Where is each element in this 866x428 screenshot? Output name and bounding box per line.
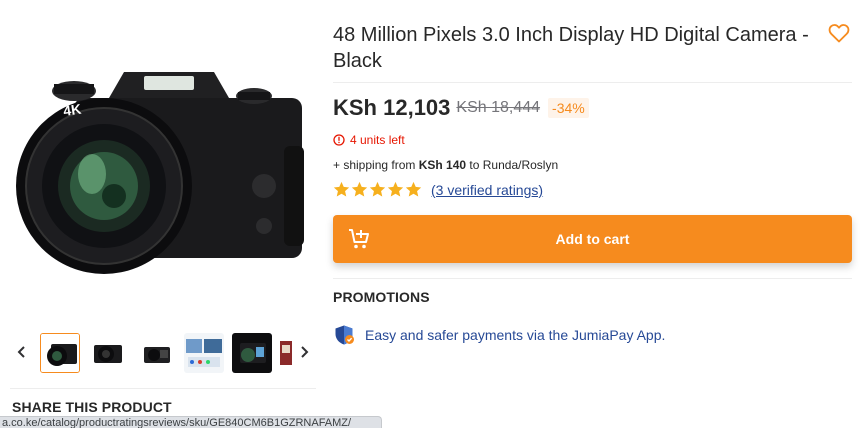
current-price: KSh 12,103 xyxy=(333,95,451,120)
gallery-divider xyxy=(10,388,316,389)
thumbnail-strip xyxy=(10,332,316,374)
star-icon xyxy=(387,181,404,197)
thumbnail-3[interactable] xyxy=(136,333,176,373)
add-to-cart-label: Add to cart xyxy=(555,231,630,247)
discount-badge: -34% xyxy=(548,98,589,118)
star-icon xyxy=(369,181,386,197)
title-divider xyxy=(333,82,852,83)
thumbnail-1[interactable] xyxy=(40,333,80,373)
rating-row: (3 verified ratings) xyxy=(333,181,543,198)
warning-icon xyxy=(333,134,345,146)
promo-divider xyxy=(333,278,852,279)
star-icon xyxy=(333,181,350,197)
promotion-item[interactable]: Easy and safer payments via the JumiaPay… xyxy=(333,324,665,346)
thumbnail-5[interactable] xyxy=(232,333,272,373)
thumbnail-6[interactable] xyxy=(280,333,292,373)
heart-icon[interactable] xyxy=(827,21,851,45)
shipping-info: + shipping from KSh 140 to Runda/Roslyn xyxy=(333,158,558,172)
shipping-location: to Runda/Roslyn xyxy=(466,158,559,172)
price-row: KSh 12,103 KSh 18,444 -34% xyxy=(333,95,589,121)
chevron-right-icon[interactable] xyxy=(296,342,312,362)
verified-ratings-link[interactable]: (3 verified ratings) xyxy=(431,182,543,198)
shipping-prefix: + shipping from xyxy=(333,158,419,172)
thumbnail-4[interactable] xyxy=(184,333,224,373)
shipping-amount: KSh 140 xyxy=(418,158,467,172)
thumbnail-2[interactable] xyxy=(88,333,128,373)
star-icon xyxy=(351,181,368,197)
stock-status: 4 units left xyxy=(333,133,405,147)
add-to-cart-icon xyxy=(349,229,369,249)
chevron-left-icon[interactable] xyxy=(14,342,30,362)
product-main-image[interactable]: 4K xyxy=(14,36,310,308)
svg-text:4K: 4K xyxy=(62,101,82,119)
status-bar-url: a.co.ke/catalog/productratingsreviews/sk… xyxy=(0,416,382,428)
stock-text: 4 units left xyxy=(350,133,405,147)
promotions-title: PROMOTIONS xyxy=(333,289,430,305)
add-to-cart-button[interactable]: Add to cart xyxy=(333,215,852,263)
product-title: 48 Million Pixels 3.0 Inch Display HD Di… xyxy=(333,24,809,72)
product-gallery: 4K SHARE THIS PRODUCT xyxy=(0,0,320,428)
old-price: KSh 18,444 xyxy=(456,99,541,116)
promotion-text: Easy and safer payments via the JumiaPay… xyxy=(365,327,666,343)
star-rating xyxy=(333,181,422,198)
star-icon xyxy=(405,181,422,197)
shield-icon xyxy=(335,325,354,345)
share-title: SHARE THIS PRODUCT xyxy=(12,399,172,415)
